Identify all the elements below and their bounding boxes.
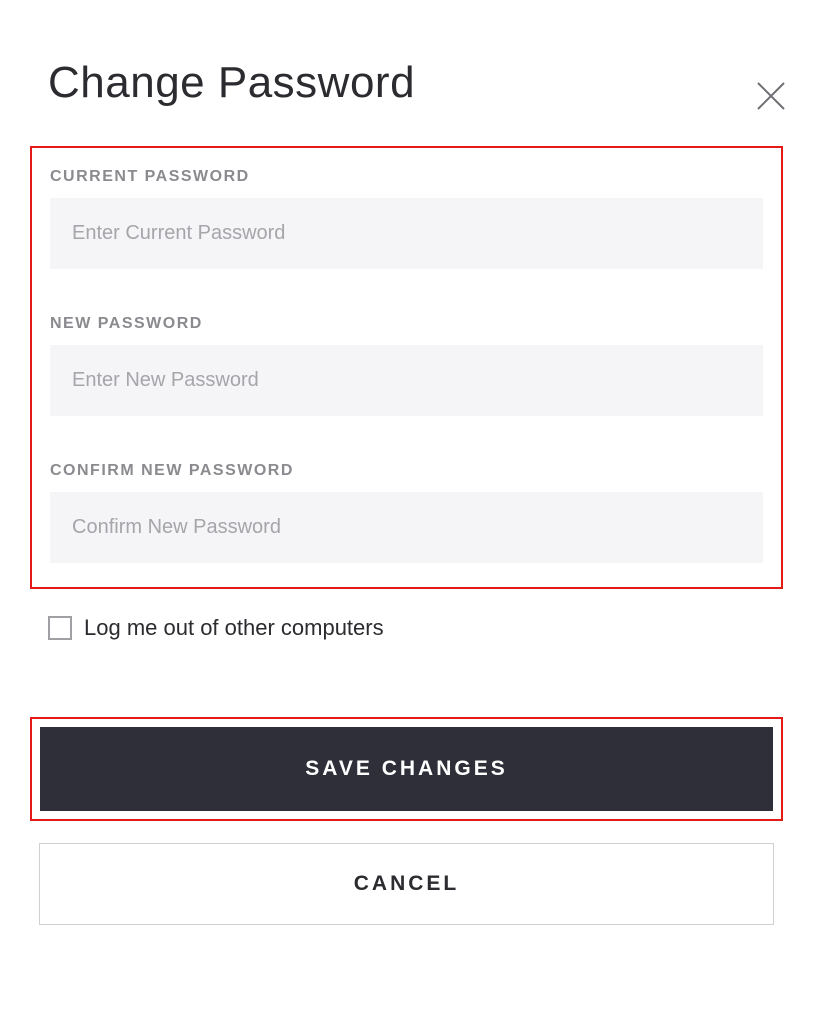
confirm-password-label: CONFIRM NEW PASSWORD — [50, 462, 763, 480]
confirm-password-group: CONFIRM NEW PASSWORD — [50, 462, 763, 563]
logout-checkbox[interactable] — [48, 616, 72, 640]
current-password-input[interactable] — [50, 198, 763, 269]
close-button[interactable] — [751, 78, 791, 118]
save-button[interactable]: SAVE CHANGES — [40, 727, 773, 811]
cancel-button[interactable]: CANCEL — [39, 843, 774, 925]
save-button-highlight: SAVE CHANGES — [30, 717, 783, 821]
new-password-input[interactable] — [50, 345, 763, 416]
page-title: Change Password — [48, 58, 813, 108]
close-icon — [756, 81, 786, 116]
logout-checkbox-label: Log me out of other computers — [84, 615, 384, 641]
new-password-group: NEW PASSWORD — [50, 315, 763, 416]
password-form-highlight: CURRENT PASSWORD NEW PASSWORD CONFIRM NE… — [30, 146, 783, 589]
current-password-label: CURRENT PASSWORD — [50, 168, 763, 186]
confirm-password-input[interactable] — [50, 492, 763, 563]
logout-checkbox-row[interactable]: Log me out of other computers — [48, 615, 813, 641]
current-password-group: CURRENT PASSWORD — [50, 168, 763, 269]
new-password-label: NEW PASSWORD — [50, 315, 763, 333]
